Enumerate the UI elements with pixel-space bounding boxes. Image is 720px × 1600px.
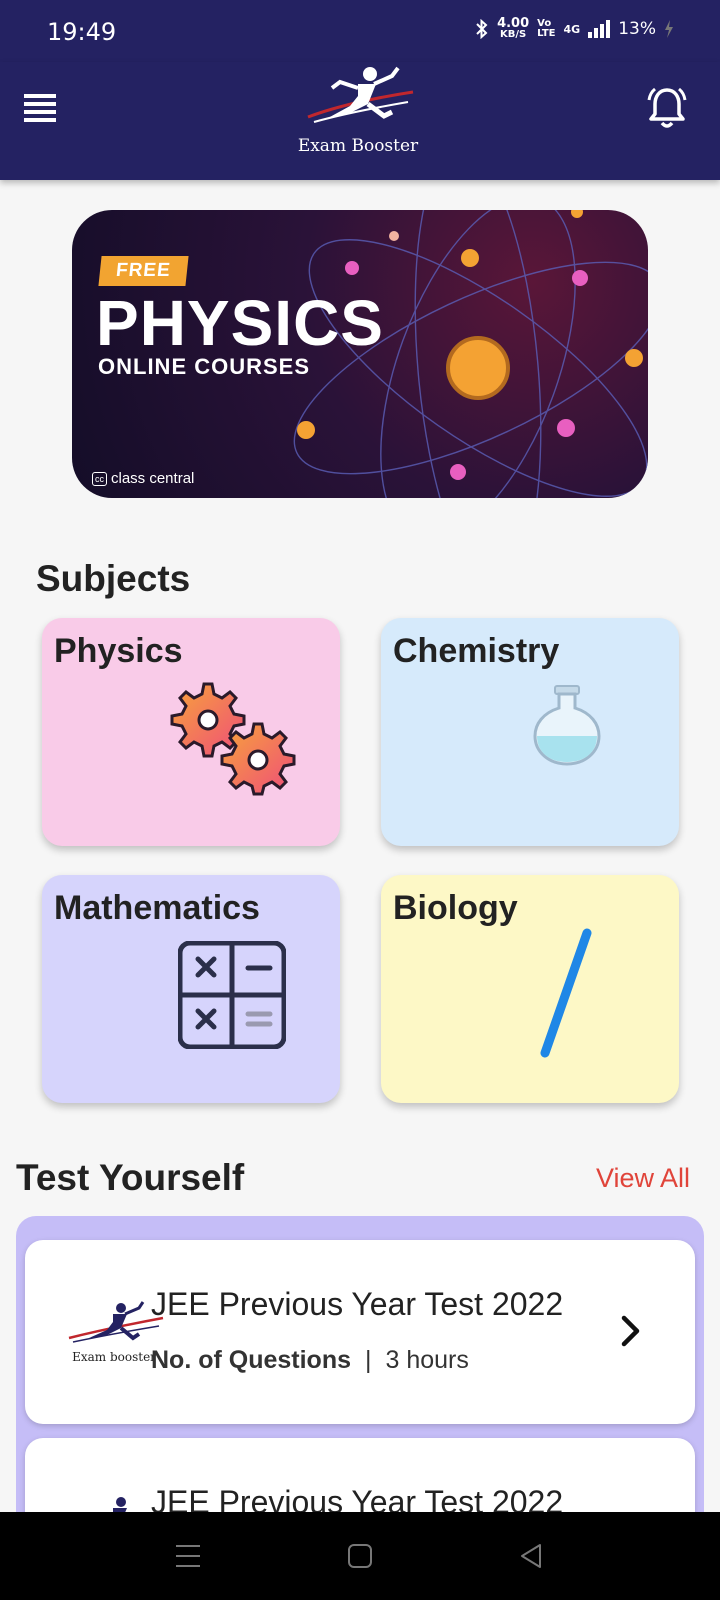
gears-icon	[170, 682, 296, 796]
flask-icon	[533, 685, 601, 766]
test-title: JEE Previous Year Test 2022	[151, 1286, 564, 1322]
free-badge: FREE	[98, 256, 189, 286]
promo-banner[interactable]: FREE PHYSICS ONLINE COURSES cc class cen…	[72, 210, 648, 498]
subject-card-physics[interactable]: Physics	[42, 618, 340, 846]
network-speed: 4.00 KB/S	[497, 16, 530, 40]
bluetooth-icon	[476, 19, 488, 39]
app-bar: Exam Booster	[0, 62, 720, 180]
volte-indicator: Vo LTE	[537, 18, 556, 39]
meta-separator: |	[365, 1346, 372, 1374]
subject-label: Mathematics	[54, 889, 260, 927]
network-type: 4G	[563, 22, 581, 36]
hamburger-menu-icon[interactable]	[24, 94, 56, 122]
home-icon[interactable]	[340, 1540, 380, 1572]
calculator-icon	[178, 941, 286, 1049]
banner-brand: cc class central	[92, 470, 194, 487]
recent-apps-icon[interactable]	[168, 1540, 208, 1572]
status-time: 19:49	[47, 18, 117, 46]
test-duration: 3 hours	[385, 1346, 469, 1374]
banner-title: PHYSICS	[96, 287, 384, 359]
view-all-link[interactable]: View All	[596, 1163, 690, 1194]
stroke-icon	[540, 928, 592, 1058]
signal-icon	[588, 20, 611, 38]
questions-label: No. of Questions	[151, 1346, 351, 1374]
system-navigation-bar	[0, 1512, 720, 1600]
exam-booster-logo: Exam Booster	[288, 62, 428, 180]
test-yourself-heading: Test Yourself	[16, 1157, 245, 1198]
class-central-logo-icon: cc	[92, 471, 107, 486]
battery-level: 13%	[618, 19, 656, 39]
banner-subtitle: ONLINE COURSES	[98, 354, 311, 379]
subjects-heading: Subjects	[36, 558, 191, 599]
back-icon[interactable]	[512, 1540, 552, 1572]
subject-label: Physics	[54, 632, 183, 670]
charging-icon	[665, 20, 673, 38]
status-icons: 4.00 KB/S Vo LTE 4G 13%	[475, 16, 674, 40]
subject-card-mathematics[interactable]: Mathematics	[42, 875, 340, 1103]
status-bar: 19:49 4.00 KB/S Vo LTE 4G 13%	[0, 0, 720, 62]
chevron-right-icon[interactable]	[619, 1314, 643, 1348]
subject-card-biology[interactable]: Biology	[381, 875, 679, 1103]
subject-card-chemistry[interactable]: Chemistry	[381, 618, 679, 846]
bell-icon[interactable]	[646, 86, 688, 130]
runner-logo-icon	[307, 66, 414, 123]
subject-label: Chemistry	[393, 632, 560, 670]
test-meta: No. of Questions | 3 hours	[151, 1346, 469, 1375]
test-card[interactable]: Exam booster JEE Previous Year Test 2022…	[25, 1240, 695, 1424]
subject-label: Biology	[393, 889, 518, 927]
